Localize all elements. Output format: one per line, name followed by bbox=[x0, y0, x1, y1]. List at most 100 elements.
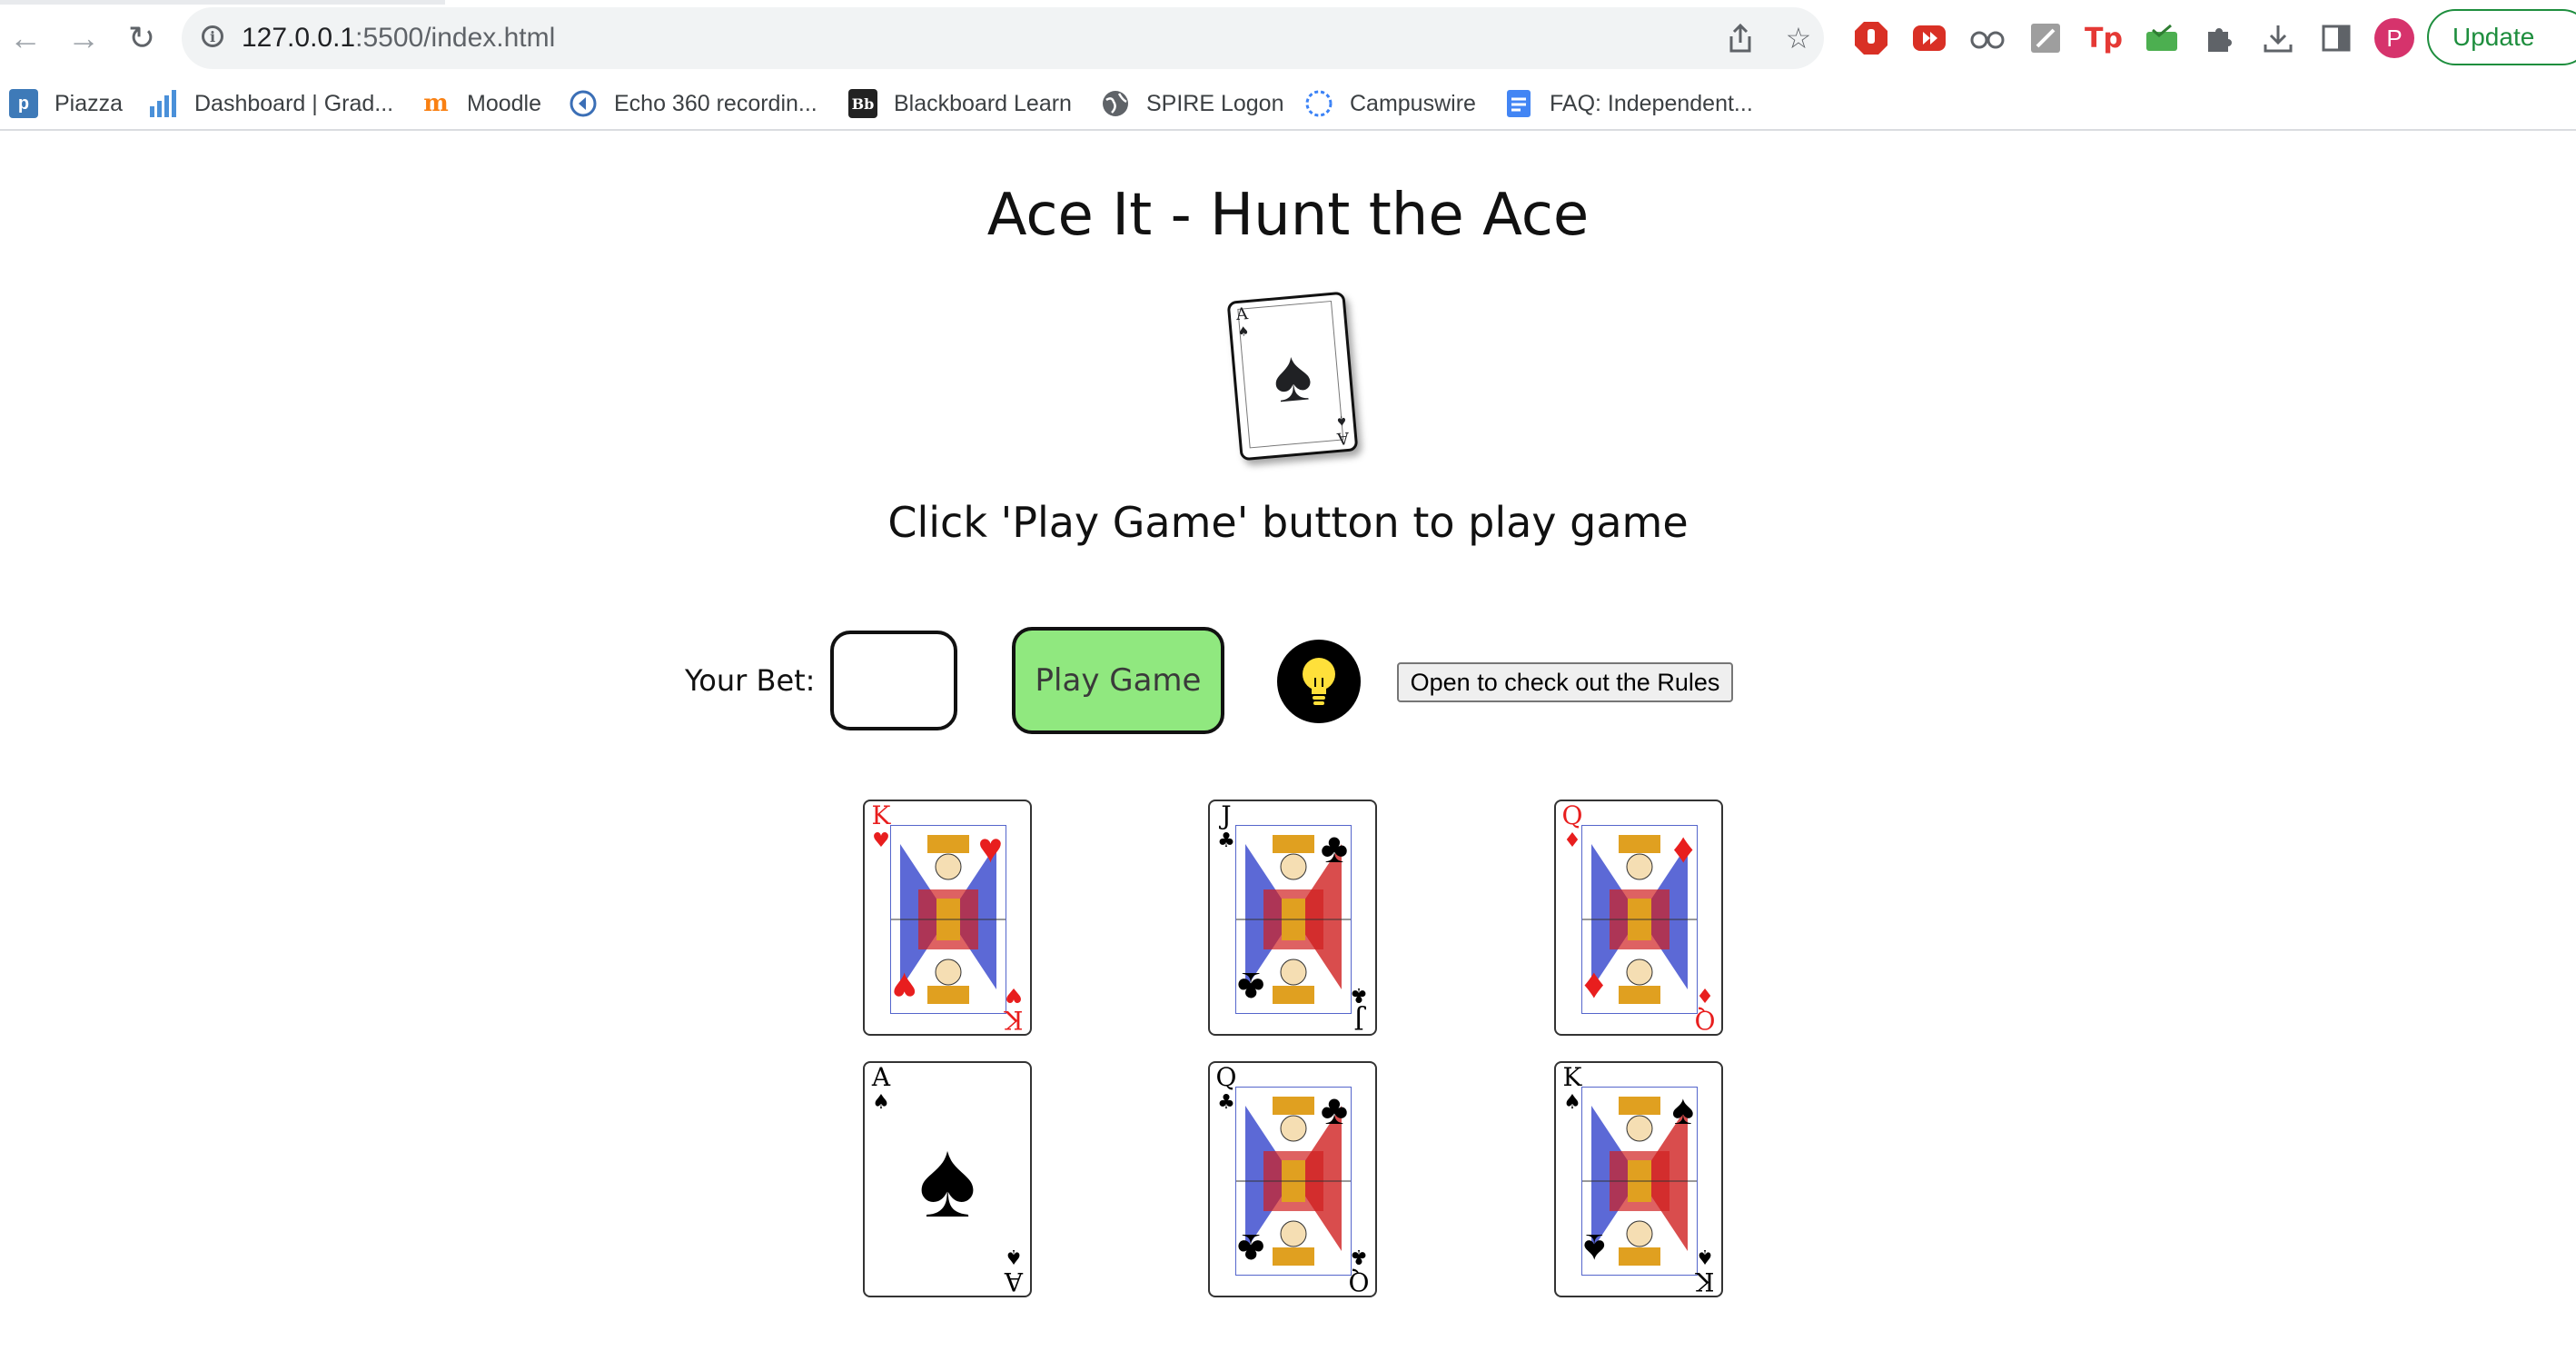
card-king-of-spades[interactable]: K ♠ ♠ ♠ K ♠ bbox=[1554, 1061, 1723, 1297]
bookmark-piazza[interactable]: p Piazza bbox=[9, 85, 123, 122]
lightbulb-icon bbox=[1303, 658, 1335, 705]
card-rank: Q bbox=[1694, 1005, 1716, 1035]
card-index-bottom: J ♣ bbox=[1348, 981, 1370, 1035]
card-suit: ♦ bbox=[1563, 830, 1581, 852]
moodle-icon: m bbox=[423, 90, 449, 117]
globe-icon bbox=[1101, 89, 1130, 118]
profile-avatar[interactable]: P bbox=[2374, 18, 2414, 58]
forward-icon[interactable]: → bbox=[62, 16, 105, 60]
bookmark-label: FAQ: Independent... bbox=[1550, 90, 1753, 116]
card-suit: ♣ bbox=[1350, 1245, 1368, 1267]
bookmark-label: Blackboard Learn bbox=[894, 90, 1072, 116]
campuswire-icon bbox=[1304, 89, 1333, 118]
inbox-extension-icon[interactable] bbox=[2144, 20, 2180, 56]
card-big-suit-icon: ♣ bbox=[1237, 1226, 1265, 1273]
card-rank: K bbox=[1004, 1005, 1024, 1035]
glasses-extension-icon[interactable] bbox=[1969, 20, 2006, 56]
browser-toolbar: ← → ↻ i 127.0.0.1:5500/index.html ☆ Tp P… bbox=[0, 0, 2576, 76]
rules-button[interactable]: Open to check out the Rules bbox=[1397, 662, 1733, 702]
share-icon[interactable] bbox=[1722, 20, 1759, 56]
card-suit: ♣ bbox=[1350, 983, 1368, 1006]
card-suit: ♥ bbox=[872, 830, 890, 852]
blackboard-icon: Bb bbox=[848, 89, 877, 118]
update-button[interactable]: Update bbox=[2427, 9, 2576, 65]
card-big-suit-icon: ♠ bbox=[1583, 1226, 1606, 1273]
url-path: :5500/index.html bbox=[355, 23, 556, 53]
card-index-bottom: K ♠ bbox=[1694, 1243, 1716, 1296]
card-rank: J bbox=[1221, 800, 1232, 830]
bookmarks-bar: p Piazza Dashboard | Grad... m Moodle Ec… bbox=[0, 76, 2576, 131]
card-suit: ♣ bbox=[1217, 1091, 1235, 1114]
card-big-suit-icon: ♣ bbox=[1237, 964, 1265, 1011]
card-suit: ♠ bbox=[1696, 1245, 1714, 1267]
side-panel-icon[interactable] bbox=[2318, 20, 2354, 56]
adblock-extension-icon[interactable] bbox=[1853, 20, 1889, 56]
page-title: Ace It - Hunt the Ace bbox=[986, 182, 1590, 249]
address-bar[interactable]: i 127.0.0.1:5500/index.html ☆ bbox=[182, 7, 1824, 69]
bookmark-campuswire[interactable]: Campuswire bbox=[1304, 85, 1476, 122]
bookmark-label: Echo 360 recordin... bbox=[614, 90, 817, 116]
bookmark-echo360[interactable]: Echo 360 recordin... bbox=[569, 85, 817, 122]
card-big-suit-icon: ♠ bbox=[1671, 1086, 1694, 1133]
url-text[interactable]: 127.0.0.1:5500/index.html bbox=[242, 23, 555, 54]
card-suit: ♦ bbox=[1696, 983, 1714, 1006]
bookmark-label: Dashboard | Grad... bbox=[194, 90, 394, 116]
card-index-top: Q ♣ bbox=[1215, 1065, 1237, 1116]
card-index-bottom: K ♥ bbox=[1003, 981, 1025, 1035]
bookmark-dashboard[interactable]: Dashboard | Grad... bbox=[149, 85, 393, 122]
card-rank: Q bbox=[1215, 1062, 1237, 1092]
card-ace-of-spades[interactable]: A ♠ ♠ A ♠ bbox=[863, 1061, 1032, 1297]
bookmark-label: Campuswire bbox=[1350, 90, 1476, 116]
bookmark-blackboard[interactable]: Bb Blackboard Learn bbox=[848, 85, 1072, 122]
card-suit: ♥ bbox=[1005, 983, 1023, 1006]
play-game-button[interactable]: Play Game bbox=[1012, 627, 1224, 734]
card-big-suit-icon: ♣ bbox=[1320, 1086, 1348, 1133]
card-rank: Q bbox=[1348, 1267, 1370, 1296]
card-index-top: K ♥ bbox=[870, 803, 892, 854]
bookmark-faq[interactable]: FAQ: Independent... bbox=[1504, 85, 1753, 122]
card-big-suit-icon: ♥ bbox=[977, 824, 1003, 871]
hero-ace-card: A ♠ ♠ A ♠ bbox=[1226, 291, 1359, 462]
card-big-suit-icon: ♦ bbox=[1583, 964, 1605, 1011]
tp-extension-icon[interactable]: Tp bbox=[2085, 20, 2123, 56]
reload-icon[interactable]: ↻ bbox=[120, 16, 163, 60]
bar-chart-icon bbox=[149, 89, 178, 118]
card-queen-of-clubs[interactable]: Q ♣ ♣ ♣ Q ♣ bbox=[1208, 1061, 1377, 1297]
echo360-icon bbox=[569, 89, 598, 118]
card-index-top: J ♣ bbox=[1215, 803, 1237, 854]
card-rank: Q bbox=[1561, 800, 1583, 830]
bet-input[interactable] bbox=[830, 631, 957, 730]
card-suit: ♠ bbox=[1005, 1245, 1023, 1267]
back-icon[interactable]: ← bbox=[4, 16, 47, 60]
bookmark-label: Moodle bbox=[467, 90, 541, 116]
card-big-suit-icon: ♦ bbox=[1672, 824, 1694, 871]
bookmark-moodle[interactable]: m Moodle bbox=[421, 85, 541, 122]
card-queen-of-diamonds[interactable]: Q ♦ ♦ ♦ Q ♦ bbox=[1554, 800, 1723, 1036]
bookmark-label: Piazza bbox=[54, 90, 124, 116]
instructions-text: Click 'Play Game' button to play game bbox=[887, 498, 1689, 547]
bookmark-spire[interactable]: SPIRE Logon bbox=[1101, 85, 1284, 122]
notes-extension-icon[interactable] bbox=[2027, 20, 2064, 56]
card-index-bottom: Q ♦ bbox=[1694, 981, 1716, 1035]
hint-lightbulb-button[interactable] bbox=[1277, 640, 1361, 723]
bet-label: Your Bet: bbox=[685, 663, 816, 698]
site-info-icon[interactable]: i bbox=[202, 25, 223, 47]
card-suit: ♣ bbox=[1217, 830, 1235, 852]
video-speed-extension-icon[interactable] bbox=[1911, 20, 1947, 56]
card-rank: K bbox=[1562, 1062, 1582, 1092]
card-rank: J bbox=[1353, 1005, 1364, 1035]
card-rank: K bbox=[871, 800, 891, 830]
loading-bar bbox=[0, 0, 445, 5]
extensions-puzzle-icon[interactable] bbox=[2202, 20, 2238, 56]
card-index-bottom: A ♠ bbox=[1003, 1243, 1025, 1296]
card-index-top: Q ♦ bbox=[1561, 803, 1583, 854]
card-big-suit-icon: ♥ bbox=[892, 964, 917, 1011]
bookmark-star-icon[interactable]: ☆ bbox=[1780, 20, 1817, 56]
hero-card-suit: ♠ bbox=[1334, 412, 1348, 429]
card-jack-of-clubs[interactable]: J ♣ ♣ ♣ J ♣ bbox=[1208, 800, 1377, 1036]
card-suit: ♠ bbox=[1563, 1091, 1581, 1114]
card-king-of-hearts[interactable]: K ♥ ♥ ♥ K ♥ bbox=[863, 800, 1032, 1036]
download-icon[interactable] bbox=[2260, 20, 2296, 56]
card-rank: A bbox=[1004, 1267, 1024, 1296]
card-big-suit-icon: ♣ bbox=[1320, 824, 1348, 871]
